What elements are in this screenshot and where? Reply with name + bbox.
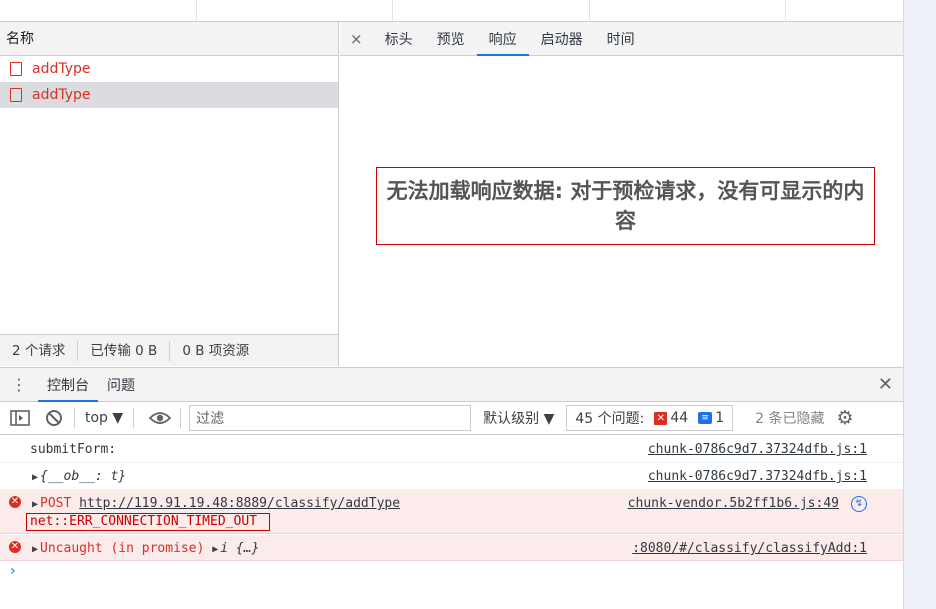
request-url-link[interactable]: http://119.91.19.48:8889/classify/addTyp… [79,496,400,511]
toolbar-divider [74,408,75,428]
strip-divider [196,0,197,22]
info-count: 1 [715,410,725,426]
source-link[interactable]: :8080/#/classify/classifyAdd:1 [632,541,867,556]
document-icon [10,88,22,102]
expand-triangle-icon[interactable]: ▶ [32,544,38,555]
network-status-bar: 2 个请求 已传输 0 B 0 B 项资源 [0,334,338,366]
issues-label: 45 个问题: [575,411,645,427]
console-toolbar: top ▼ 过滤 默认级别 ▼ 45 个问题: ✕ 44 ≡ 1 2 条已隐藏 … [0,402,903,435]
sidebar-toggle-icon[interactable] [6,406,34,430]
waterfall-header-strip [0,0,903,22]
strip-divider [392,0,393,22]
error-icon: ✕ [9,496,21,508]
console-error-message: ✕ ▶ POST http://119.91.19.48:8889/classif… [0,490,903,534]
log-levels-dropdown[interactable]: 默认级别 ▼ [483,408,554,428]
error-badge-icon: ✕ [654,411,668,425]
request-list-panel: 名称 addType addType 2 个请求 已传输 0 B 0 B 项资源 [0,22,339,366]
request-name: addType [32,61,91,77]
tab-initiator[interactable]: 启动器 [529,22,595,55]
info-badge-icon: ≡ [698,412,713,424]
detail-tabs: × 标头 预览 响应 启动器 时间 [340,22,903,56]
error-object[interactable]: i {…} [220,541,259,556]
message-text: ▶ POST http://119.91.19.48:8889/classify/… [32,496,400,511]
request-detail-panel: × 标头 预览 响应 启动器 时间 无法加载响应数据: 对于预检请求，没有可显示… [340,22,903,366]
empty-response-message: 无法加载响应数据: 对于预检请求，没有可显示的内容 [376,167,875,245]
transferred-size: 已传输 0 B [78,340,171,361]
tab-response[interactable]: 响应 [476,22,529,56]
error-icon: ✕ [9,541,21,553]
right-rail [903,0,936,609]
console-error-message: ✕ ▶ Uncaught (in promise) ▶ i {…} :8080/#/… [0,535,903,561]
object-preview: {__ob__: t} [40,469,127,484]
message-object[interactable]: ▶ {__ob__: t} [32,469,126,484]
expand-triangle-icon[interactable]: ▶ [32,472,38,483]
request-row[interactable]: addType [0,56,338,82]
expand-triangle-icon[interactable]: ▶ [212,544,218,555]
source-link[interactable]: chunk-vendor.5b2ff1b6.js:49 [628,496,839,511]
error-detail: net::ERR_CONNECTION_TIMED_OUT [26,513,270,531]
tab-issues[interactable]: 问题 [98,368,144,401]
hidden-messages-count: 2 条已隐藏 [755,411,825,427]
tab-preview[interactable]: 预览 [425,22,477,55]
network-request-icon[interactable]: ↯ [851,496,867,512]
more-tools-icon[interactable]: ⋮ [0,368,38,401]
live-expression-eye-icon[interactable] [146,406,174,430]
request-count: 2 个请求 [0,340,79,361]
drawer-tabbar: ⋮ 控制台 问题 ✕ [0,367,903,402]
request-method: POST [40,496,80,511]
close-drawer-icon[interactable]: ✕ [878,374,893,395]
toolbar-divider [180,408,182,428]
clear-console-icon[interactable] [40,406,68,430]
console-prompt-icon[interactable]: › [10,563,16,579]
resources-size: 0 B 项资源 [182,342,250,359]
toolbar-divider [133,408,135,428]
error-count: 44 [670,410,689,426]
name-column-header[interactable]: 名称 [0,22,338,56]
document-icon [10,62,22,76]
tab-console[interactable]: 控制台 [38,368,98,402]
filter-input[interactable]: 过滤 [189,405,472,431]
close-detail-icon[interactable]: × [340,22,373,55]
gear-icon[interactable]: ⚙ [836,407,853,429]
error-text: Uncaught (in promise) [40,541,213,556]
strip-divider [589,0,590,22]
message-text: submitForm: [30,442,117,457]
source-link[interactable]: chunk-0786c9d7.37324dfb.js:1 [648,442,867,457]
message-text: ▶ Uncaught (in promise) ▶ i {…} [32,541,259,556]
context-selector[interactable]: top ▼ [81,410,127,426]
request-row-selected[interactable]: addType [0,82,338,108]
issues-counter-button[interactable]: 45 个问题: ✕ 44 ≡ 1 [566,405,734,431]
expand-triangle-icon[interactable]: ▶ [32,499,38,510]
console-message: ▶ {__ob__: t} chunk-0786c9d7.37324dfb.js:… [0,463,903,490]
source-link[interactable]: chunk-0786c9d7.37324dfb.js:1 [648,469,867,484]
tab-timing[interactable]: 时间 [595,22,647,55]
tab-headers[interactable]: 标头 [373,22,425,55]
strip-divider [785,0,786,22]
console-message: submitForm: chunk-0786c9d7.37324dfb.js:1 [0,436,903,463]
request-name: addType [32,87,91,103]
